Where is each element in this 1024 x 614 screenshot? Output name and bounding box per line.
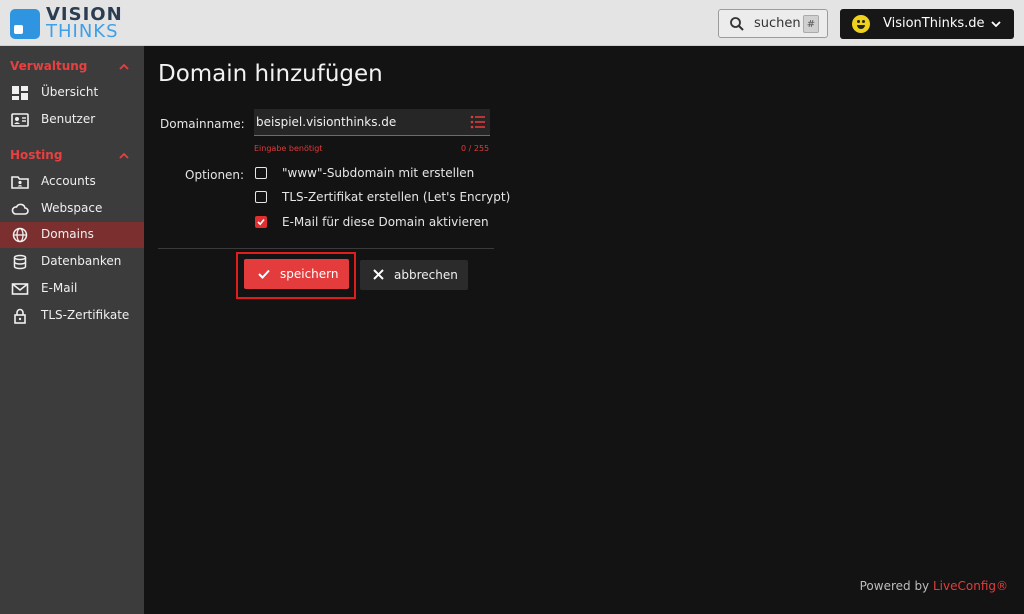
sidebar-item-label: Übersicht (41, 85, 99, 99)
sidebar-item-webspace[interactable]: Webspace (0, 196, 144, 222)
checkmark-icon (257, 218, 265, 226)
save-button-label: speichern (280, 267, 339, 281)
logo-text-thinks: THINKS (46, 21, 119, 42)
folder-user-icon (11, 176, 29, 189)
options-label: Optionen: (185, 168, 245, 182)
dashboard-icon (12, 86, 28, 100)
liveconfig-link[interactable]: LiveConfig® (933, 579, 1008, 593)
sidebar-item-label: E-Mail (41, 281, 78, 295)
option-label: "www"-Subdomain mit erstellen (282, 166, 475, 180)
user-menu-button[interactable]: VisionThinks.de (840, 9, 1014, 39)
search-icon (730, 17, 744, 31)
database-icon (13, 254, 27, 270)
domain-name-input[interactable] (254, 109, 466, 135)
lock-icon (14, 308, 26, 324)
cancel-button[interactable]: abbrechen (360, 260, 468, 290)
logo-mark (10, 9, 40, 39)
section-title: Verwaltung (10, 59, 88, 73)
domain-name-label: Domainname: (160, 117, 245, 131)
list-icon[interactable] (470, 115, 486, 129)
sidebar-item-datenbanken[interactable]: Datenbanken (0, 249, 144, 275)
sidebar-item-label: Datenbanken (41, 254, 122, 268)
save-button[interactable]: speichern (244, 259, 349, 289)
domain-name-field (254, 109, 490, 136)
sidebar-item-tls-zertifikate[interactable]: TLS-Zertifikate (0, 303, 144, 329)
powered-by-text: Powered by (859, 579, 933, 593)
search-shortcut-key: # (803, 15, 819, 33)
smiley-icon (852, 15, 870, 33)
sidebar-item-label: TLS-Zertifikate (41, 308, 130, 322)
top-bar: VISION THINKS suchen # VisionThinks.de (0, 0, 1024, 46)
sidebar: Verwaltung Übersicht Benutzer Hosting Ac… (0, 46, 144, 614)
main-content: Domain hinzufügen Domainname: Eingabe be… (144, 46, 1024, 614)
sidebar-item-label: Benutzer (41, 112, 96, 126)
divider (158, 248, 494, 249)
page-title: Domain hinzufügen (158, 61, 383, 87)
cancel-button-label: abbrechen (394, 268, 458, 282)
checkbox[interactable] (255, 167, 267, 179)
chevron-up-icon (119, 63, 129, 70)
close-icon (373, 269, 384, 280)
option-tls-certificate[interactable]: TLS-Zertifikat erstellen (Let's Encrypt) (255, 190, 515, 208)
option-label: TLS-Zertifikat erstellen (Let's Encrypt) (282, 190, 511, 204)
sidebar-item-uebersicht[interactable]: Übersicht (0, 80, 144, 106)
checkbox-checked[interactable] (255, 216, 267, 228)
sidebar-item-email[interactable]: E-Mail (0, 276, 144, 302)
user-name: VisionThinks.de (883, 16, 985, 31)
chevron-down-icon (991, 21, 1001, 28)
search-button[interactable]: suchen # (718, 9, 828, 38)
section-verwaltung[interactable]: Verwaltung (0, 56, 144, 78)
option-www-subdomain[interactable]: "www"-Subdomain mit erstellen (255, 166, 515, 184)
powered-by: Powered by LiveConfig® (860, 579, 1008, 593)
section-title: Hosting (10, 148, 63, 162)
sidebar-item-label: Domains (41, 227, 94, 241)
globe-icon (12, 227, 28, 243)
option-email-activate[interactable]: E-Mail für diese Domain aktivieren (255, 215, 515, 233)
checkbox[interactable] (255, 191, 267, 203)
sidebar-item-domains[interactable]: Domains (0, 222, 144, 248)
search-label: suchen (754, 16, 801, 31)
sidebar-item-accounts[interactable]: Accounts (0, 169, 144, 195)
user-card-icon (11, 113, 29, 127)
option-label: E-Mail für diese Domain aktivieren (282, 215, 489, 229)
cloud-icon (11, 203, 29, 215)
mail-icon (11, 283, 29, 295)
validation-error: Eingabe benötigt (254, 144, 323, 153)
sidebar-item-benutzer[interactable]: Benutzer (0, 107, 144, 133)
checkmark-icon (258, 269, 270, 279)
visionthinks-logo[interactable]: VISION THINKS (10, 5, 140, 42)
char-counter: 0 / 255 (461, 144, 490, 153)
section-hosting[interactable]: Hosting (0, 145, 144, 167)
chevron-up-icon (119, 152, 129, 159)
sidebar-item-label: Accounts (41, 174, 96, 188)
sidebar-item-label: Webspace (41, 201, 103, 215)
